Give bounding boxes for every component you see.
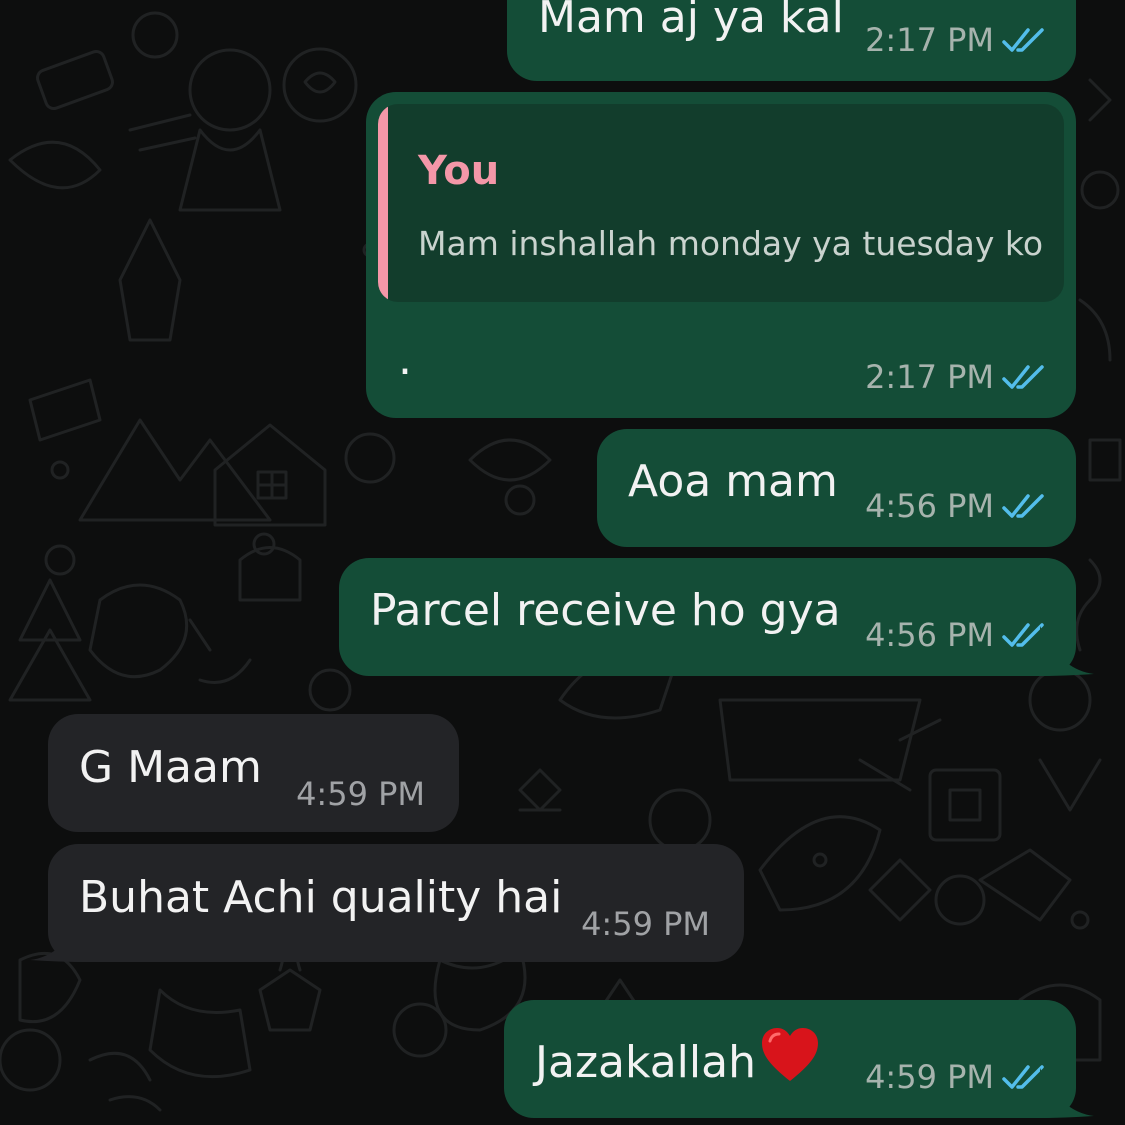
message-time: 4:59 PM: [865, 1058, 994, 1096]
red-heart-icon: [761, 1028, 818, 1081]
message-text: Parcel receive ho gya: [370, 585, 841, 636]
message-time: 4:56 PM: [865, 616, 994, 654]
message-meta: 4:56 PM: [865, 487, 1046, 525]
message-time: 2:17 PM: [865, 21, 994, 59]
message-time: 4:56 PM: [865, 487, 994, 525]
message-time: 4:59 PM: [581, 905, 710, 943]
message-text: Jazakallah: [535, 1027, 820, 1089]
bubble-tail: [1040, 1068, 1094, 1118]
message-bubble-outgoing[interactable]: Parcel receive ho gya 4:56 PM: [339, 558, 1076, 676]
message-text: Mam aj ya kal: [538, 0, 844, 43]
message-meta: 4:59 PM: [296, 775, 425, 813]
message-bubble-outgoing[interactable]: Jazakallah 4:59 PM: [504, 1000, 1076, 1118]
message-time: 4:59 PM: [296, 775, 425, 813]
message-bubble-incoming[interactable]: Buhat Achi quality hai 4:59 PM: [48, 844, 744, 962]
message-time: 2:17 PM: [865, 358, 994, 396]
double-check-icon: [1002, 365, 1044, 389]
message-text: Aoa mam: [628, 456, 838, 507]
bubble-tail: [1040, 626, 1094, 676]
message-meta: 2:17 PM: [865, 358, 1046, 396]
quoted-message[interactable]: You Mam inshallah monday ya tuesday ko: [378, 104, 1064, 302]
message-text: .: [398, 334, 412, 385]
message-bubble-incoming[interactable]: G Maam 4:59 PM: [48, 714, 459, 832]
quote-accent-bar: [378, 104, 388, 302]
message-text: G Maam: [79, 742, 262, 793]
quoted-author: You: [418, 148, 500, 194]
double-check-icon: [1002, 494, 1044, 518]
message-meta: 4:59 PM: [581, 905, 710, 943]
message-bubble-outgoing[interactable]: Mam aj ya kal 2:17 PM: [507, 0, 1076, 81]
double-check-icon: [1002, 28, 1044, 52]
message-text: Buhat Achi quality hai: [79, 872, 563, 923]
message-meta: 4:56 PM: [865, 616, 1046, 654]
chat-panel: Mam aj ya kal 2:17 PM You Mam inshallah …: [0, 0, 1125, 1125]
quoted-text: Mam inshallah monday ya tuesday ko: [418, 224, 1044, 263]
message-bubble-outgoing-reply[interactable]: You Mam inshallah monday ya tuesday ko .…: [366, 92, 1076, 418]
message-text-content: Jazakallah: [535, 1037, 756, 1088]
message-bubble-outgoing[interactable]: Aoa mam 4:56 PM: [597, 429, 1076, 547]
message-meta: 2:17 PM: [865, 21, 1046, 59]
message-meta: 4:59 PM: [865, 1058, 1046, 1096]
bubble-tail: [30, 912, 84, 962]
